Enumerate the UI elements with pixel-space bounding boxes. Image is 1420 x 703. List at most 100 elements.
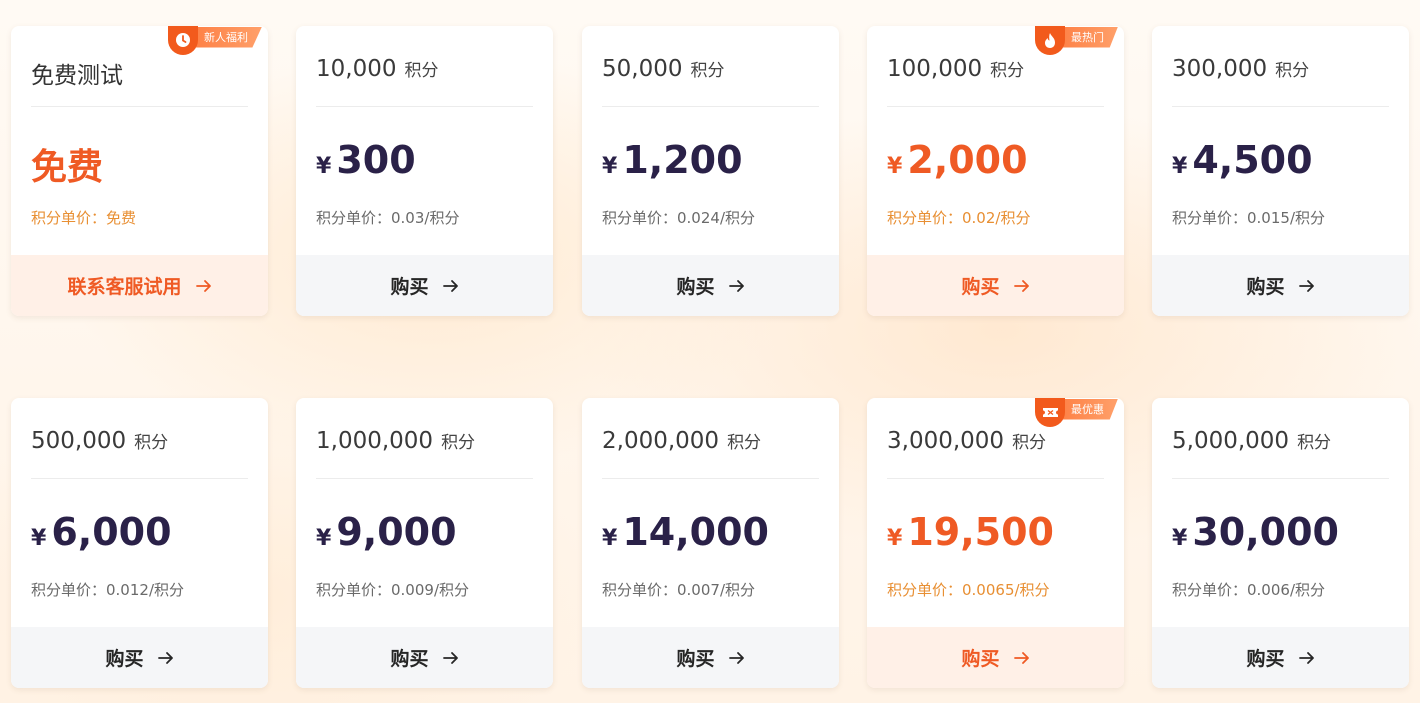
price-value: 19,500	[907, 510, 1054, 554]
pricing-card-most-popular: 最热门 100,000 积分 ¥ 2,000 积分单价：0.02/积分 购买	[867, 26, 1124, 316]
points-amount: 300,000	[1172, 56, 1268, 82]
buy-button[interactable]: 购买	[582, 627, 839, 688]
unit-price: 积分单价：0.012/积分	[31, 581, 184, 599]
points-unit: 积分	[727, 433, 762, 453]
button-label: 联系客服试用	[67, 276, 182, 298]
price-value: 300	[336, 138, 416, 182]
arrow-right-icon	[195, 279, 212, 293]
points-amount: 5,000,000	[1172, 428, 1290, 454]
buy-button[interactable]: 购买	[296, 627, 553, 688]
buy-button[interactable]: 购买	[582, 255, 839, 316]
pricing-card-best-value: 最优惠 3,000,000 积分 ¥ 19,500 积分单价：0.0065/积分…	[867, 398, 1124, 688]
points-unit: 积分	[1275, 61, 1310, 81]
buy-button[interactable]: 购买	[1152, 627, 1409, 688]
button-label: 购买	[390, 276, 429, 298]
price-value: 免费	[31, 147, 104, 188]
unit-price: 积分单价：0.015/积分	[1172, 209, 1325, 227]
buy-button[interactable]: 购买	[1152, 255, 1409, 316]
arrow-right-icon	[1013, 651, 1030, 665]
points-unit: 积分	[404, 61, 439, 81]
points-amount-row: 5,000,000 积分	[1172, 428, 1389, 479]
points-amount-row: 1,000,000 积分	[316, 428, 533, 479]
pricing-grid: 新人福利 免费测试 免费 积分单价：免费 联系客服试用 10,000 积分 ¥ …	[0, 0, 1420, 703]
unit-price: 积分单价：0.009/积分	[316, 581, 469, 599]
arrow-right-icon	[157, 651, 174, 665]
price-row: ¥ 14,000	[602, 510, 769, 560]
button-label: 购买	[961, 648, 1000, 670]
price-row: 免费	[31, 138, 103, 188]
points-amount-row: 100,000 积分	[887, 56, 1104, 107]
price-row: ¥ 4,500	[1172, 138, 1313, 188]
pricing-card: 10,000 积分 ¥ 300 积分单价：0.03/积分 购买	[296, 26, 553, 316]
currency-symbol: ¥	[316, 154, 332, 179]
points-amount: 3,000,000	[887, 428, 1005, 454]
points-amount-row: 2,000,000 积分	[602, 428, 819, 479]
price-value: 6,000	[51, 510, 172, 554]
buy-button[interactable]: 购买	[296, 255, 553, 316]
button-label: 购买	[961, 276, 1000, 298]
unit-price: 积分单价：0.006/积分	[1172, 581, 1325, 599]
price-row: ¥ 19,500	[887, 510, 1054, 560]
price-value: 1,200	[622, 138, 743, 182]
ticket-icon	[1035, 398, 1065, 427]
currency-symbol: ¥	[602, 154, 618, 179]
pricing-card: 5,000,000 积分 ¥ 30,000 积分单价：0.006/积分 购买	[1152, 398, 1409, 688]
button-label: 购买	[105, 648, 144, 670]
arrow-right-icon	[1298, 279, 1315, 293]
arrow-right-icon	[1298, 651, 1315, 665]
points-unit: 积分	[441, 433, 476, 453]
contact-support-trial-button[interactable]: 联系客服试用	[11, 255, 268, 316]
arrow-right-icon	[442, 279, 459, 293]
button-label: 购买	[390, 648, 429, 670]
price-value: 9,000	[336, 510, 457, 554]
button-label: 购买	[676, 276, 715, 298]
points-amount-row: 500,000 积分	[31, 428, 248, 479]
price-row: ¥ 6,000	[31, 510, 172, 560]
currency-symbol: ¥	[316, 526, 332, 551]
price-value: 14,000	[622, 510, 769, 554]
button-label: 购买	[1246, 276, 1285, 298]
currency-symbol: ¥	[887, 526, 903, 551]
unit-price: 积分单价：0.0065/积分	[887, 581, 1050, 599]
points-amount-row: 50,000 积分	[602, 56, 819, 107]
buy-button[interactable]: 购买	[867, 627, 1124, 688]
currency-symbol: ¥	[887, 154, 903, 179]
currency-symbol: ¥	[602, 526, 618, 551]
unit-price: 积分单价：0.024/积分	[602, 209, 755, 227]
points-amount: 2,000,000	[602, 428, 720, 454]
pricing-card-free-trial: 新人福利 免费测试 免费 积分单价：免费 联系客服试用	[11, 26, 268, 316]
pricing-card: 300,000 积分 ¥ 4,500 积分单价：0.015/积分 购买	[1152, 26, 1409, 316]
points-unit: 积分	[1297, 433, 1332, 453]
pricing-card: 50,000 积分 ¥ 1,200 积分单价：0.024/积分 购买	[582, 26, 839, 316]
button-label: 购买	[676, 648, 715, 670]
currency-symbol: ¥	[1172, 154, 1188, 179]
currency-symbol: ¥	[1172, 526, 1188, 551]
price-value: 30,000	[1192, 510, 1339, 554]
price-row: ¥ 300	[316, 138, 416, 188]
pricing-card: 1,000,000 积分 ¥ 9,000 积分单价：0.009/积分 购买	[296, 398, 553, 688]
points-amount-row: 3,000,000 积分	[887, 428, 1104, 479]
price-row: ¥ 1,200	[602, 138, 743, 188]
fire-icon	[1035, 26, 1065, 55]
currency-symbol: ¥	[31, 526, 47, 551]
points-amount-row: 10,000 积分	[316, 56, 533, 107]
pricing-card: 500,000 积分 ¥ 6,000 积分单价：0.012/积分 购买	[11, 398, 268, 688]
clock-icon	[168, 26, 198, 55]
points-unit: 积分	[990, 61, 1025, 81]
unit-price: 积分单价：免费	[31, 209, 137, 227]
price-value: 4,500	[1192, 138, 1313, 182]
unit-price: 积分单价：0.007/积分	[602, 581, 755, 599]
price-row: ¥ 2,000	[887, 138, 1028, 188]
points-unit: 积分	[134, 433, 169, 453]
points-amount: 1,000,000	[316, 428, 434, 454]
buy-button[interactable]: 购买	[867, 255, 1124, 316]
plan-title-row: 免费测试	[31, 56, 248, 107]
points-unit: 积分	[1012, 433, 1047, 453]
plan-title: 免费测试	[31, 63, 123, 89]
buy-button[interactable]: 购买	[11, 627, 268, 688]
points-amount-row: 300,000 积分	[1172, 56, 1389, 107]
unit-price: 积分单价：0.02/积分	[887, 209, 1031, 227]
arrow-right-icon	[728, 651, 745, 665]
unit-price: 积分单价：0.03/积分	[316, 209, 460, 227]
arrow-right-icon	[728, 279, 745, 293]
